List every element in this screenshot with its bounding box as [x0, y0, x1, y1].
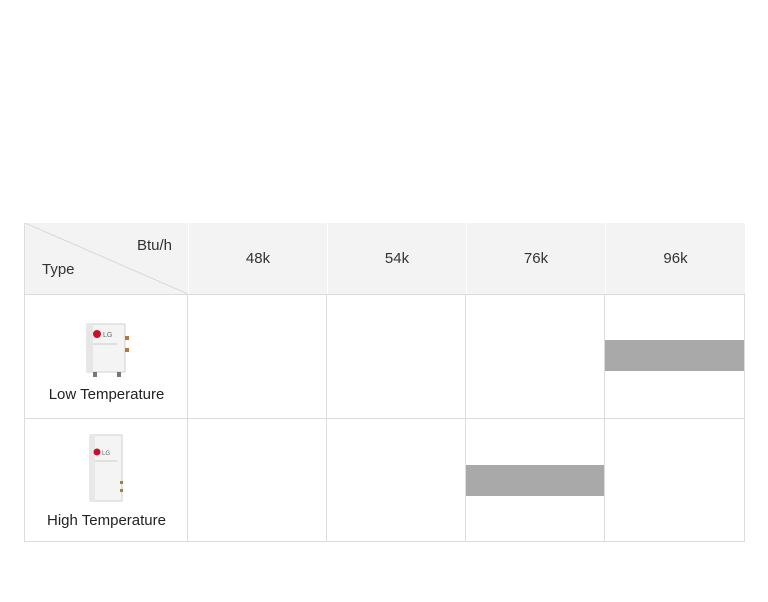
cell-high-54k [327, 418, 466, 542]
cell-low-96k [605, 294, 745, 418]
row-high-temperature-type-cell: LG High Temperature [25, 418, 188, 542]
cell-low-48k [188, 294, 327, 418]
capacity-bar-low-96k [605, 340, 744, 371]
row-low-temperature-type-cell: LG Low Temperature [25, 294, 188, 418]
row-label-high-temperature: High Temperature [47, 512, 166, 529]
column-header-76k: 76k [466, 223, 605, 294]
cell-high-48k [188, 418, 327, 542]
row-label-low-temperature: Low Temperature [48, 386, 165, 403]
column-header-48k: 48k [188, 223, 327, 294]
diagonal-divider [25, 223, 188, 294]
lg-logo-high: LG [102, 451, 110, 457]
header-corner-cell: Btu/h Type [25, 223, 188, 294]
capacity-table: Btu/h Type 48k 54k 76k 96k LG Low Temper… [24, 223, 745, 542]
capacity-bar-high-76k [466, 465, 604, 496]
cell-low-76k [466, 294, 605, 418]
low-temperature-unit-image: LG [86, 323, 129, 377]
cell-high-96k [605, 418, 745, 542]
column-header-96k: 96k [605, 223, 745, 294]
unit-label: Btu/h [136, 237, 172, 254]
type-label: Type [42, 261, 75, 278]
cell-low-54k [327, 294, 466, 418]
column-header-54k: 54k [327, 223, 466, 294]
high-temperature-unit-image: LG [89, 434, 123, 502]
cell-high-76k [466, 418, 605, 542]
lg-logo-low: LG [103, 332, 112, 339]
